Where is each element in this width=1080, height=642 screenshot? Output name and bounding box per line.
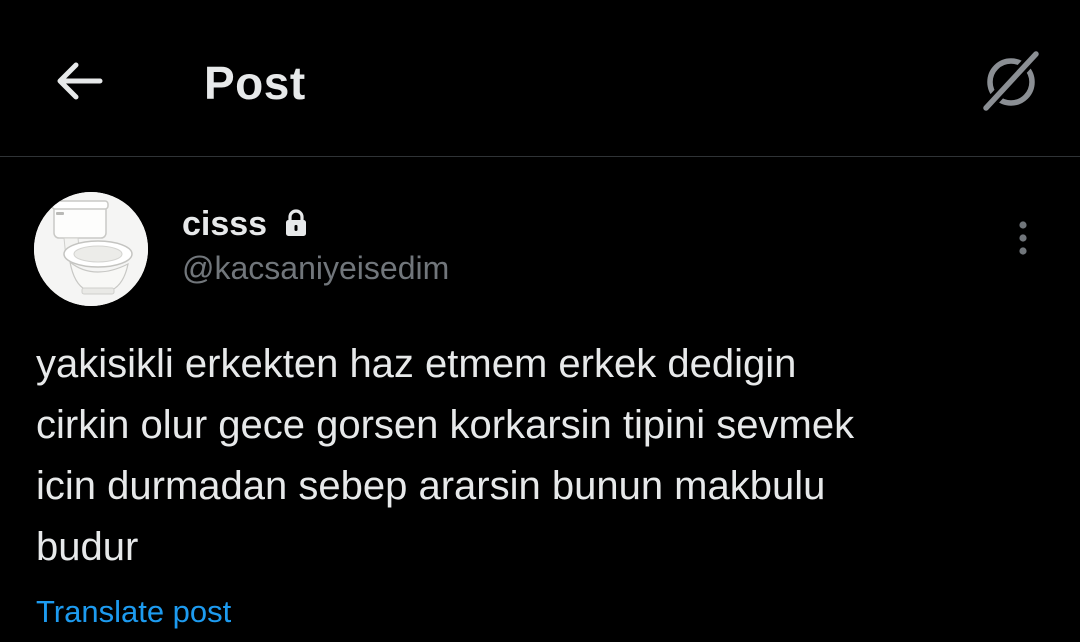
back-button[interactable] [50,52,108,110]
author-handle[interactable]: @kacsaniyeisedim [182,248,449,288]
toilet-avatar [34,192,148,306]
top-app-bar: Post [0,0,1080,157]
avatar[interactable] [34,192,148,306]
lock-icon [286,209,306,236]
author-display-name[interactable]: cisss [182,204,267,244]
post-text: yakisikli erkekten haz etmem erkek dedig… [36,342,855,569]
more-vertical-icon [1019,221,1027,255]
translate-post-link[interactable]: Translate post [36,592,231,632]
page-title: Post [204,57,306,109]
grok-button[interactable] [974,44,1048,118]
arrow-left-icon [57,62,103,100]
more-options-button[interactable] [1000,212,1046,264]
grok-icon [979,49,1041,115]
